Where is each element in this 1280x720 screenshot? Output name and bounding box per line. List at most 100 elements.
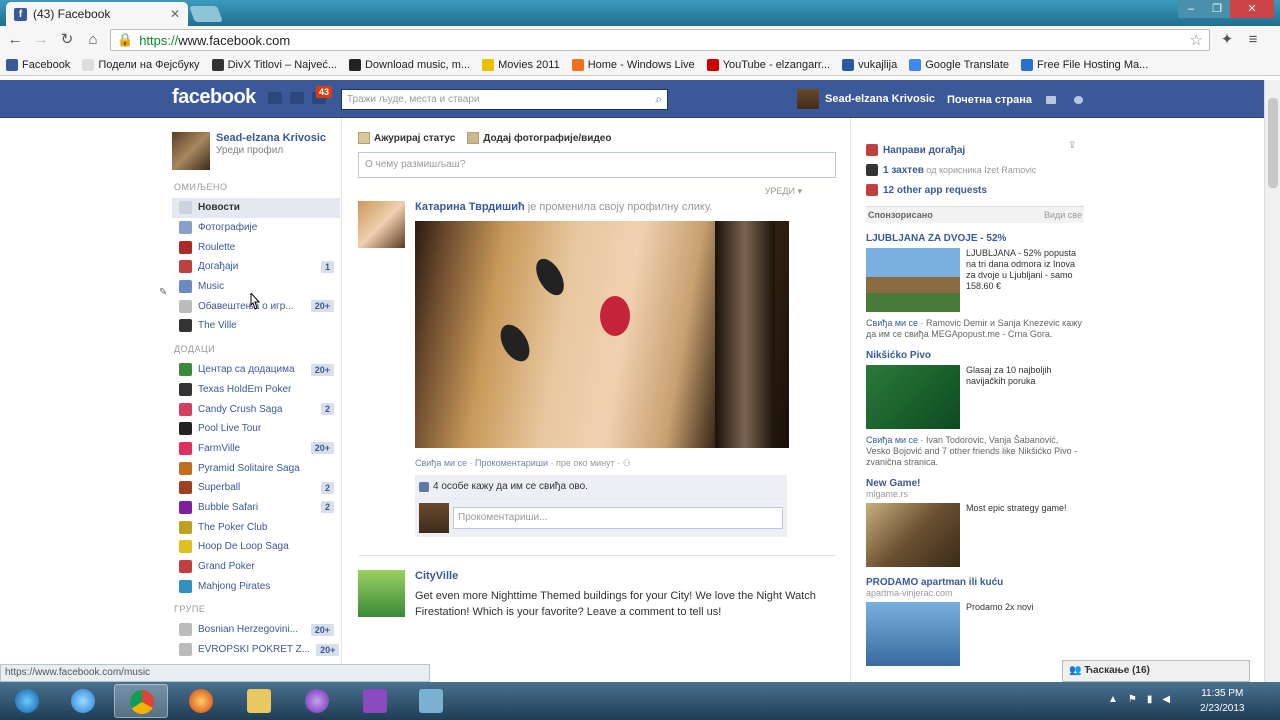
sidebar-item[interactable]: Superball 2 (172, 478, 340, 498)
app-taskbar-icon[interactable] (404, 684, 458, 718)
ad-image[interactable] (866, 248, 960, 312)
story-author[interactable]: Катарина Тврдишић (415, 201, 525, 213)
ad-image[interactable] (866, 602, 960, 666)
ad-block[interactable]: New Game! mlgame.rs Most epic strategy gam… (866, 478, 1084, 567)
sidebar-item[interactable]: Texas HoldEm Poker (172, 380, 340, 400)
status-input[interactable]: О чему размишљаш? (358, 152, 836, 178)
browser-tab[interactable]: f (43) Facebook ✕ (6, 2, 188, 26)
reload-icon[interactable]: ↻ (58, 31, 76, 49)
tab-update-status[interactable]: Ажурирај статус (358, 132, 455, 144)
minimize-icon[interactable]: – (1178, 0, 1204, 18)
story-photo[interactable] (415, 221, 789, 448)
see-all-link[interactable]: Види све (1044, 210, 1082, 220)
avatar[interactable] (358, 201, 405, 248)
cityville-avatar[interactable] (358, 570, 405, 617)
sidebar-item[interactable]: FarmVille 20+ (172, 439, 340, 459)
home-icon[interactable]: ⌂ (84, 31, 102, 49)
likes-text[interactable]: 4 особе кажу да им се свиђа ово. (433, 481, 588, 492)
bookmark-item[interactable]: vukajlija (842, 58, 897, 71)
flag-icon[interactable]: ⚑ (1128, 694, 1137, 705)
explorer-taskbar-icon[interactable] (232, 684, 286, 718)
sidebar-item[interactable]: Hoop De Loop Saga (172, 537, 340, 557)
menu-icon[interactable]: ≡ (1244, 31, 1262, 49)
ad-block[interactable]: PRODAMO apartman ili kuću apartma-vinjera… (866, 577, 1084, 666)
sidebar-item[interactable]: Bosnian Herzegovini... 20+ (172, 620, 340, 640)
taskbar-clock[interactable]: 11:35 PM 2/23/2013 (1200, 686, 1245, 716)
close-window-icon[interactable]: ✕ (1230, 0, 1274, 18)
ad-title[interactable]: LJUBLJANA ZA DVOJE - 52% (866, 233, 1084, 244)
volume-icon[interactable]: ◀ (1162, 694, 1170, 705)
sidebar-item[interactable]: Mahjong Pirates (172, 576, 340, 596)
ie-taskbar-icon[interactable] (56, 684, 110, 718)
bookmark-item[interactable]: Movies 2011 (482, 58, 560, 71)
privacy-shortcuts-icon[interactable] (1046, 96, 1056, 104)
sidebar-item[interactable]: Candy Crush Saga 2 (172, 399, 340, 419)
messages-icon[interactable] (290, 92, 304, 104)
sidebar-item[interactable]: The Poker Club (172, 517, 340, 537)
close-tab-icon[interactable]: ✕ (170, 7, 180, 21)
sidebar-item[interactable]: Pool Live Tour (172, 419, 340, 439)
scrollbar[interactable] (1264, 80, 1280, 682)
media-taskbar-icon[interactable] (290, 684, 344, 718)
edit-pencil-icon[interactable]: ✎ (159, 287, 167, 298)
scrollbar-thumb[interactable] (1268, 98, 1278, 188)
home-link[interactable]: Почетна страна (947, 94, 1032, 106)
bookmark-star-icon[interactable]: ☆ (1190, 31, 1203, 49)
bookmark-item[interactable]: Download music, m... (348, 58, 470, 71)
new-tab-button[interactable] (189, 6, 223, 22)
other-app-requests[interactable]: 12 other app requests (866, 180, 1084, 200)
back-icon[interactable]: ← (6, 31, 24, 49)
sidebar-item[interactable]: Фотографије (172, 218, 340, 238)
search-input[interactable]: Тражи људе, места и ствари ⌕ (341, 89, 668, 110)
chat-bar[interactable]: 👥 Ћаскање (16) (1062, 660, 1250, 682)
story-time[interactable]: пре око минут (556, 458, 615, 468)
bookmark-item[interactable]: YouTube - elzangarr... (706, 58, 830, 71)
maximize-icon[interactable]: ❐ (1204, 0, 1230, 18)
start-button[interactable] (0, 684, 54, 718)
ad-image[interactable] (866, 503, 960, 567)
comment-link[interactable]: Прокоментариши (475, 458, 548, 468)
profile-name[interactable]: Sead-elzana Krivosic (216, 132, 326, 145)
tab-add-photo[interactable]: Додај фотографије/видео (467, 132, 611, 144)
extension-icon[interactable]: ✦ (1218, 31, 1236, 49)
ad-title[interactable]: PRODAMO apartman ili kuću (866, 577, 1084, 588)
sidebar-item[interactable]: Roulette (172, 237, 340, 257)
ad-like-link[interactable]: Свиђа ми се (866, 435, 918, 445)
story-author[interactable]: CityVille (415, 570, 458, 582)
search-icon[interactable]: ⌕ (655, 92, 662, 107)
edit-profile-link[interactable]: Уреди профил (216, 145, 326, 156)
ad-image[interactable] (866, 365, 960, 429)
sort-menu[interactable]: УРЕДИ ▾ (358, 186, 838, 197)
app-request[interactable]: 1 захтев од корисника Izet Ramovic (866, 160, 1084, 180)
address-bar[interactable]: 🔒 https://www.facebook.com ☆ (110, 29, 1210, 51)
bookmark-item[interactable]: Free File Hosting Ma... (1021, 58, 1148, 71)
sidebar-item[interactable]: Новости (172, 198, 340, 218)
ad-block[interactable]: Nikšićko Pivo Glasaj za 10 najboljih navi… (866, 350, 1084, 468)
create-event-link[interactable]: Направи догађај (866, 140, 1084, 160)
profile-summary[interactable]: Sead-elzana Krivosic Уреди профил (172, 132, 340, 170)
avatar[interactable] (172, 132, 210, 170)
firefox-taskbar-icon[interactable] (174, 684, 228, 718)
forward-icon[interactable]: → (32, 31, 50, 49)
ad-title[interactable]: Nikšićko Pivo (866, 350, 1084, 361)
sidebar-item[interactable]: Bubble Safari 2 (172, 498, 340, 518)
bookmark-item[interactable]: Home - Windows Live (571, 58, 695, 71)
bookmark-item[interactable]: DivX Titlovi – Najveć... (211, 58, 337, 71)
sidebar-item[interactable]: Pyramid Solitaire Saga (172, 458, 340, 478)
vs-taskbar-icon[interactable] (348, 684, 402, 718)
bookmark-item[interactable]: Google Translate (909, 58, 1009, 71)
network-icon[interactable]: ▮ (1147, 694, 1153, 705)
sidebar-item[interactable]: EVROPSKI POKRET Z... 20+ (172, 640, 340, 660)
facebook-logo[interactable]: facebook (172, 86, 256, 109)
bookmark-item[interactable]: Facebook (6, 58, 70, 71)
chrome-taskbar-icon[interactable] (114, 684, 168, 718)
sidebar-item[interactable]: Центар са додацима 20+ (172, 360, 340, 380)
tray-arrow-icon[interactable]: ▲ (1108, 694, 1118, 705)
sidebar-item[interactable]: Grand Poker (172, 557, 340, 577)
ad-title[interactable]: New Game! (866, 478, 1084, 489)
ad-like-link[interactable]: Свиђа ми се (866, 318, 918, 328)
settings-gear-icon[interactable] (1074, 96, 1083, 104)
friend-requests-icon[interactable] (268, 92, 282, 104)
bookmark-item[interactable]: Подели на Фејсбуку (82, 58, 200, 71)
comment-input[interactable]: Прокоментариши... (453, 507, 783, 529)
